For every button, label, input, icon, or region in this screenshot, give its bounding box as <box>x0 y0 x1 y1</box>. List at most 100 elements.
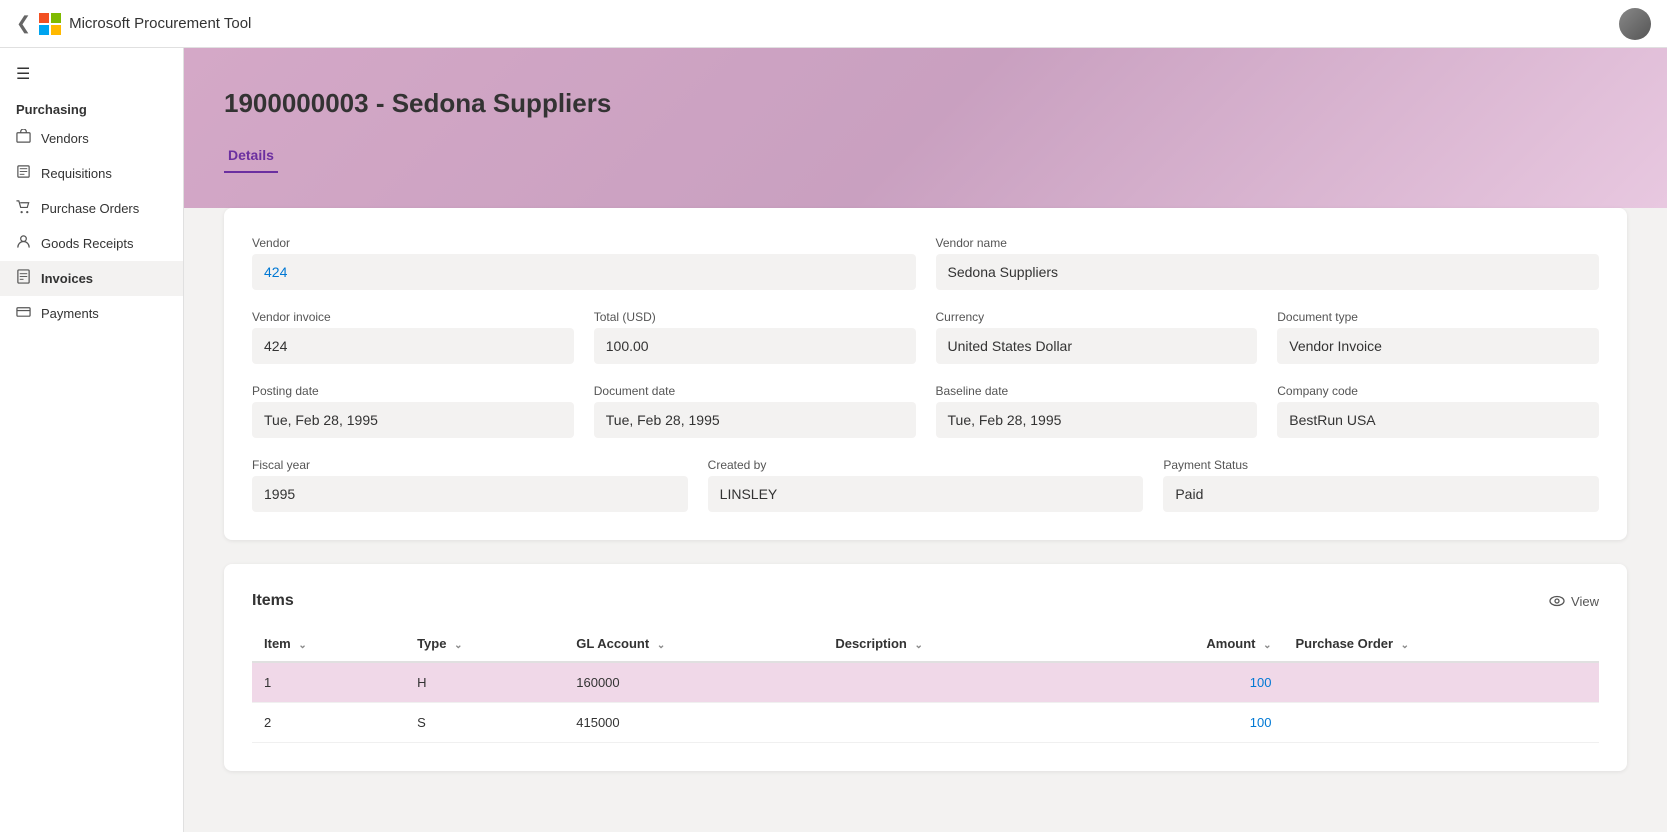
sidebar-label-vendors: Vendors <box>41 131 89 146</box>
microsoft-logo <box>39 13 61 35</box>
items-header: Items View <box>252 592 1599 610</box>
amount-sort-icon: ⌄ <box>1263 640 1271 651</box>
payments-icon <box>16 304 31 323</box>
sidebar-item-invoices[interactable]: Invoices <box>0 261 183 296</box>
table-header-row: Item ⌄ Type ⌄ GL Account ⌄ <box>252 626 1599 662</box>
gl-sort-icon: ⌄ <box>657 640 665 651</box>
sidebar-item-purchase-orders[interactable]: Purchase Orders <box>0 191 183 226</box>
sidebar-item-requisitions[interactable]: Requisitions <box>0 156 183 191</box>
view-label: View <box>1571 594 1599 609</box>
items-title: Items <box>252 592 294 610</box>
purchase-order-cell <box>1284 703 1600 743</box>
purchase-orders-icon <box>16 199 31 218</box>
col-gl-account-label: GL Account <box>576 636 649 651</box>
total-label: Total (USD) <box>594 310 916 324</box>
baseline-date-label: Baseline date <box>936 384 1258 398</box>
amount-cell: 100 <box>1079 662 1283 703</box>
sidebar-label-requisitions: Requisitions <box>41 166 112 181</box>
payment-status-label: Payment Status <box>1163 458 1599 472</box>
total-field: Total (USD) 100.00 <box>594 310 916 364</box>
sidebar-item-vendors[interactable]: Vendors <box>0 121 183 156</box>
total-value: 100.00 <box>594 328 916 364</box>
fiscal-year-label: Fiscal year <box>252 458 688 472</box>
currency-value: United States Dollar <box>936 328 1258 364</box>
goods-receipts-icon <box>16 234 31 253</box>
baseline-date-value: Tue, Feb 28, 1995 <box>936 402 1258 438</box>
vendor-label: Vendor <box>252 236 916 250</box>
app-name: Microsoft Procurement Tool <box>69 15 251 32</box>
baseline-date-field: Baseline date Tue, Feb 28, 1995 <box>936 384 1258 438</box>
dates-row: Posting date Tue, Feb 28, 1995 Document … <box>252 384 1599 438</box>
fiscal-year-field: Fiscal year 1995 <box>252 458 688 512</box>
col-type-label: Type <box>417 636 446 651</box>
col-item-label: Item <box>264 636 291 651</box>
type-cell: S <box>405 703 564 743</box>
sidebar-label-payments: Payments <box>41 306 99 321</box>
avatar[interactable] <box>1619 8 1651 40</box>
payment-status-value: Paid <box>1163 476 1599 512</box>
document-type-value: Vendor Invoice <box>1277 328 1599 364</box>
currency-label: Currency <box>936 310 1258 324</box>
eye-icon <box>1549 593 1565 609</box>
tabs: Details <box>224 139 1627 173</box>
items-card: Items View Item ⌄ <box>224 564 1627 771</box>
payment-status-field: Payment Status Paid <box>1163 458 1599 512</box>
vendor-invoice-value: 424 <box>252 328 574 364</box>
sidebar-label-invoices: Invoices <box>41 271 93 286</box>
sidebar-label-goods-receipts: Goods Receipts <box>41 236 134 251</box>
type-cell: H <box>405 662 564 703</box>
created-by-field: Created by LINSLEY <box>708 458 1144 512</box>
page-header: 1900000003 - Sedona Suppliers Details <box>184 48 1667 208</box>
view-button[interactable]: View <box>1549 593 1599 609</box>
document-type-label: Document type <box>1277 310 1599 324</box>
company-code-value: BestRun USA <box>1277 402 1599 438</box>
content-area: Vendor 424 Vendor name Sedona Suppliers … <box>184 208 1667 832</box>
main-content: 1900000003 - Sedona Suppliers Details Ve… <box>184 48 1667 832</box>
vendor-name-field: Vendor name Sedona Suppliers <box>936 236 1600 290</box>
document-date-value: Tue, Feb 28, 1995 <box>594 402 916 438</box>
hamburger-icon[interactable]: ☰ <box>0 56 183 92</box>
vendor-invoice-label: Vendor invoice <box>252 310 574 324</box>
vendors-icon <box>16 129 31 148</box>
sidebar-label-purchase-orders: Purchase Orders <box>41 201 139 216</box>
vendor-field: Vendor 424 <box>252 236 916 290</box>
posting-date-value: Tue, Feb 28, 1995 <box>252 402 574 438</box>
company-code-label: Company code <box>1277 384 1599 398</box>
col-item[interactable]: Item ⌄ <box>252 626 405 662</box>
created-by-label: Created by <box>708 458 1144 472</box>
col-purchase-order[interactable]: Purchase Order ⌄ <box>1284 626 1600 662</box>
back-button[interactable]: ❮ <box>16 13 31 34</box>
vendor-invoice-field: Vendor invoice 424 <box>252 310 574 364</box>
col-gl-account[interactable]: GL Account ⌄ <box>564 626 823 662</box>
description-cell <box>823 662 1079 703</box>
col-description[interactable]: Description ⌄ <box>823 626 1079 662</box>
gl-account-cell: 160000 <box>564 662 823 703</box>
topbar: ❮ Microsoft Procurement Tool <box>0 0 1667 48</box>
sidebar-item-payments[interactable]: Payments <box>0 296 183 331</box>
amount-cell: 100 <box>1079 703 1283 743</box>
invoice-details-row: Vendor invoice 424 Total (USD) 100.00 Cu… <box>252 310 1599 364</box>
po-sort-icon: ⌄ <box>1401 640 1409 651</box>
document-date-field: Document date Tue, Feb 28, 1995 <box>594 384 916 438</box>
col-amount[interactable]: Amount ⌄ <box>1079 626 1283 662</box>
sidebar-item-goods-receipts[interactable]: Goods Receipts <box>0 226 183 261</box>
item-sort-icon: ⌄ <box>298 640 306 651</box>
vendor-name-value: Sedona Suppliers <box>936 254 1600 290</box>
misc-row: Fiscal year 1995 Created by LINSLEY Paym… <box>252 458 1599 512</box>
sidebar: ☰ Purchasing Vendors Requisitions Purcha… <box>0 48 184 832</box>
table-row[interactable]: 2S415000 100 <box>252 703 1599 743</box>
description-cell <box>823 703 1079 743</box>
tab-details[interactable]: Details <box>224 139 278 173</box>
document-date-label: Document date <box>594 384 916 398</box>
type-sort-icon: ⌄ <box>454 640 462 651</box>
col-type[interactable]: Type ⌄ <box>405 626 564 662</box>
col-purchase-order-label: Purchase Order <box>1296 636 1394 651</box>
document-type-field: Document type Vendor Invoice <box>1277 310 1599 364</box>
posting-date-field: Posting date Tue, Feb 28, 1995 <box>252 384 574 438</box>
details-card: Vendor 424 Vendor name Sedona Suppliers … <box>224 208 1627 540</box>
table-row[interactable]: 1H160000100 <box>252 662 1599 703</box>
gl-account-cell: 415000 <box>564 703 823 743</box>
item-cell: 2 <box>252 703 405 743</box>
page-title: 1900000003 - Sedona Suppliers <box>224 88 1627 119</box>
vendor-value[interactable]: 424 <box>252 254 916 290</box>
